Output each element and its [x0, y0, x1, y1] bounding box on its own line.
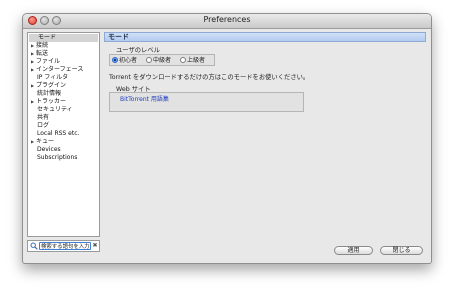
sidebar-item-label: ログ [37, 122, 50, 129]
apply-button[interactable]: 適用 [334, 246, 373, 255]
window-title: Preferences [203, 15, 251, 24]
radio-label: 上級者 [187, 57, 206, 64]
sidebar-item-subscriptions[interactable]: Subscriptions [37, 154, 77, 162]
search-bar: 検索する語句を入力 ✖ [27, 240, 100, 252]
search-input[interactable]: 検索する語句を入力 [39, 242, 91, 250]
sidebar-item-sharing[interactable]: 共有 [37, 114, 49, 122]
sidebar-item-label: 転送 [36, 50, 49, 57]
sidebar-item-devices[interactable]: Devices [37, 146, 61, 154]
sidebar-item-label: トラッカー [36, 98, 67, 105]
sidebar-item-log[interactable]: ログ [37, 122, 49, 130]
glossary-link[interactable]: BitTorrent 用語集 [120, 94, 169, 103]
sidebar-item-statistics[interactable]: 統計情報 [37, 90, 61, 98]
radio-advanced[interactable]: 上級者 [180, 57, 205, 64]
close-button[interactable]: 閉じる [380, 246, 423, 255]
preferences-window: Preferences モード ▶ 接続 ▶ 転送 ▶ ファイル ▶ インターフェース … [22, 13, 432, 264]
radio-beginner[interactable]: 初心者 [112, 57, 137, 64]
mode-description: Torrent をダウンロードするだけの方はこのモードをお使いください。 [109, 74, 310, 81]
sidebar-item-label: モード [38, 34, 57, 41]
section-header: モード [104, 32, 426, 42]
sidebar-item-label: 共有 [37, 114, 50, 121]
sidebar-item-local-rss[interactable]: Local RSS etc. [37, 130, 79, 138]
sidebar-item-label: Local RSS etc. [37, 130, 80, 137]
sidebar-item-mode[interactable]: モード [29, 34, 98, 42]
radio-unselected-icon[interactable] [180, 57, 186, 63]
sidebar-item-label: Devices [37, 146, 61, 153]
sidebar-item-tracker[interactable]: ▶ トラッカー [31, 98, 66, 106]
sidebar: モード ▶ 接続 ▶ 転送 ▶ ファイル ▶ インターフェース IP フィルタ ▶ プラグ… [27, 32, 100, 237]
title-bar: Preferences [23, 14, 431, 29]
radio-intermediate[interactable]: 中級者 [146, 57, 171, 64]
sidebar-item-label: 統計情報 [37, 90, 62, 97]
sidebar-item-interface[interactable]: ▶ インターフェース [31, 66, 83, 74]
sidebar-item-label: Subscriptions [37, 154, 78, 161]
sidebar-item-label: プラグイン [36, 82, 67, 89]
sidebar-item-security[interactable]: セキュリティ [37, 106, 73, 114]
sidebar-item-label: ファイル [36, 58, 61, 65]
sidebar-item-label: キュー [36, 138, 55, 145]
sidebar-item-label: セキュリティ [37, 106, 73, 113]
sidebar-item-connection[interactable]: ▶ 接続 [31, 42, 48, 50]
sidebar-item-queue[interactable]: ▶ キュー [31, 138, 54, 146]
clear-search-icon[interactable]: ✖ [92, 243, 98, 249]
user-level-group: 初心者 中級者 上級者 [109, 54, 215, 66]
sidebar-item-label: インターフェース [36, 66, 84, 73]
radio-selected-icon[interactable] [112, 57, 118, 63]
radio-label: 中級者 [153, 57, 172, 64]
user-level-label: ユーザのレベル [116, 47, 160, 54]
sidebar-item-ip-filter[interactable]: IP フィルタ [37, 74, 68, 82]
radio-unselected-icon[interactable] [146, 57, 152, 63]
search-icon [30, 242, 38, 250]
radio-label: 初心者 [119, 57, 138, 64]
sidebar-item-files[interactable]: ▶ ファイル [31, 58, 60, 66]
sidebar-item-label: IP フィルタ [37, 74, 69, 81]
sidebar-item-transfer[interactable]: ▶ 転送 [31, 50, 48, 58]
sidebar-item-label: 接続 [36, 42, 49, 49]
sidebar-item-plugins[interactable]: ▶ プラグイン [31, 82, 66, 90]
